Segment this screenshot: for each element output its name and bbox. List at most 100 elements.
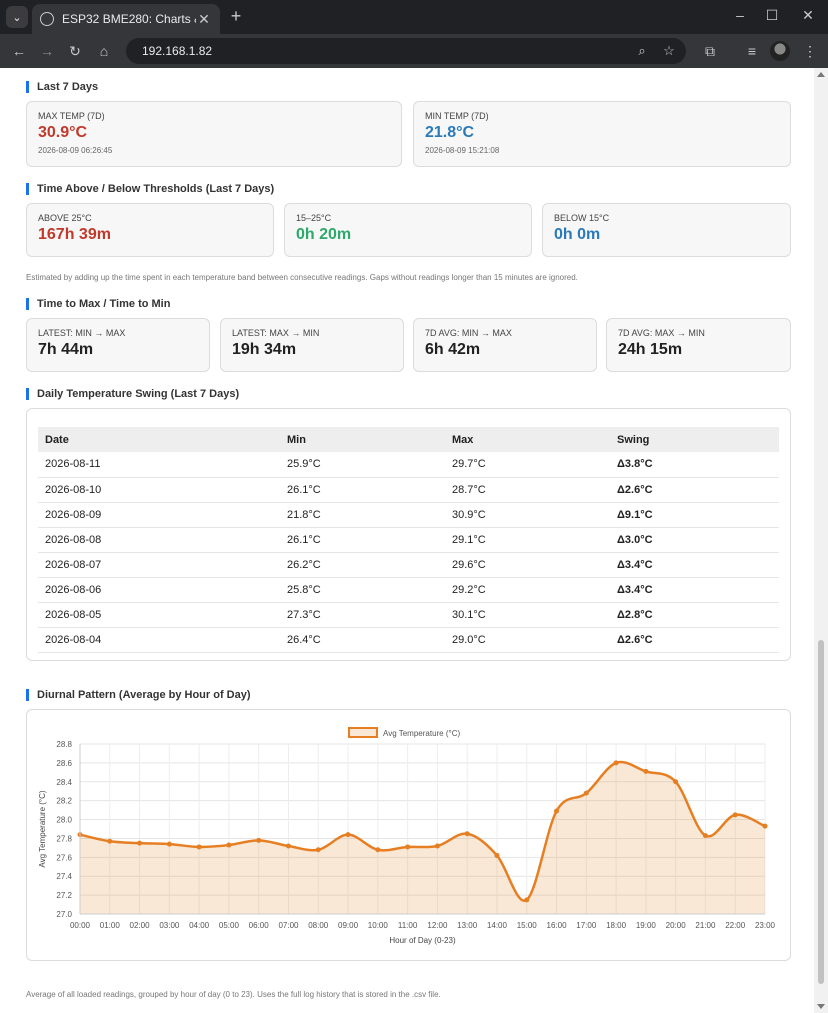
- last7-title: Last 7 Days: [26, 81, 98, 93]
- x-tick-label: 18:00: [606, 921, 627, 930]
- date-cell: 2026-08-07: [38, 552, 280, 578]
- browser-tab[interactable]: ESP32 BME280: Charts & Stats ✕: [32, 4, 220, 34]
- x-tick-label: 03:00: [159, 921, 180, 930]
- profile-avatar[interactable]: [770, 41, 790, 61]
- tab-list-icon[interactable]: ⌄: [6, 6, 28, 28]
- reload-icon[interactable]: ↻: [65, 41, 85, 61]
- swing-cell: Δ2.8°C: [610, 602, 779, 628]
- diurnal-note: Average of all loaded readings, grouped …: [26, 990, 441, 999]
- menu-icon[interactable]: ⋮: [800, 41, 820, 61]
- x-tick-label: 22:00: [725, 921, 746, 930]
- data-point: [196, 844, 202, 850]
- y-axis-label: Avg Temperature (°C): [38, 790, 47, 867]
- zoom-icon[interactable]: ⌕: [634, 43, 650, 59]
- forward-icon[interactable]: →: [37, 41, 57, 61]
- table-row: 2026-08-07 26.2°C 29.6°C Δ3.4°C: [38, 552, 779, 578]
- table-row: 2026-08-09 21.8°C 30.9°C Δ9.1°C: [38, 502, 779, 528]
- min-cell: 26.1°C: [280, 477, 445, 503]
- min-cell: 25.8°C: [280, 577, 445, 603]
- date-cell: 2026-08-06: [38, 577, 280, 603]
- data-point: [673, 779, 679, 785]
- extensions-icon[interactable]: ⧉: [700, 41, 720, 61]
- close-window-icon[interactable]: ✕: [798, 7, 818, 24]
- max-cell: 29.6°C: [445, 552, 610, 578]
- timing-label: LATEST: MIN → MAX: [38, 328, 126, 338]
- data-point: [434, 843, 440, 849]
- data-point: [494, 852, 500, 858]
- data-point: [554, 808, 560, 814]
- timing-card: LATEST: MAX → MIN 19h 34m: [220, 318, 404, 372]
- table-row: 2026-08-04 26.4°C 29.0°C Δ2.6°C: [38, 627, 779, 653]
- reading-list-icon[interactable]: ≡: [742, 41, 762, 61]
- max-cell: 28.7°C: [445, 477, 610, 503]
- mid-label: 15–25°C: [296, 213, 332, 223]
- below-label: BELOW 15°C: [554, 213, 610, 223]
- below-threshold-card: BELOW 15°C 0h 0m: [542, 203, 791, 257]
- table-row: 2026-08-05 27.3°C 30.1°C Δ2.8°C: [38, 602, 779, 628]
- scroll-down-icon[interactable]: [817, 1004, 825, 1009]
- data-point: [226, 842, 232, 848]
- x-tick-label: 23:00: [755, 921, 776, 930]
- min-cell: 27.3°C: [280, 602, 445, 628]
- x-tick-label: 09:00: [338, 921, 359, 930]
- date-cell: 2026-08-05: [38, 602, 280, 628]
- min-temp-time: 2026-08-09 15:21:08: [425, 146, 500, 155]
- min-cell: 25.9°C: [280, 452, 445, 478]
- data-point: [464, 831, 470, 837]
- address-bar[interactable]: 192.168.1.82 ⌕ ☆: [126, 38, 686, 64]
- swing-cell: Δ3.0°C: [610, 527, 779, 553]
- min-temp-value: 21.8°C: [425, 124, 475, 141]
- scrollbar-thumb[interactable]: [818, 640, 824, 984]
- swing-panel: Date Min Max Swing 2026-08-11 25.9°C 29.7°…: [26, 408, 791, 661]
- data-point: [107, 838, 113, 844]
- table-row: 2026-08-08 26.1°C 29.1°C Δ3.0°C: [38, 527, 779, 553]
- table-row: 2026-08-06 25.8°C 29.2°C Δ3.4°C: [38, 577, 779, 603]
- x-tick-label: 06:00: [249, 921, 270, 930]
- min-cell: 26.4°C: [280, 627, 445, 653]
- data-point: [405, 844, 411, 850]
- close-tab-icon[interactable]: ✕: [196, 11, 212, 28]
- y-tick-label: 27.6: [56, 853, 72, 862]
- data-point: [524, 897, 530, 903]
- data-point: [732, 812, 738, 818]
- data-point: [345, 832, 351, 838]
- timing-value: 24h 15m: [618, 341, 683, 358]
- x-tick-label: 17:00: [576, 921, 597, 930]
- scrollbar[interactable]: [814, 68, 828, 1013]
- max-temp-value: 30.9°C: [38, 124, 88, 141]
- column-header: Min: [280, 427, 445, 452]
- min-temp-label: MIN TEMP (7D): [425, 111, 489, 121]
- swing-cell: Δ3.4°C: [610, 552, 779, 578]
- x-axis-label: Hour of Day (0-23): [389, 936, 456, 945]
- x-tick-label: 14:00: [487, 921, 508, 930]
- above-threshold-card: ABOVE 25°C 167h 39m: [26, 203, 274, 257]
- globe-icon: [40, 12, 54, 26]
- home-icon[interactable]: ⌂: [94, 41, 114, 61]
- timing-card: LATEST: MIN → MAX 7h 44m: [26, 318, 210, 372]
- mid-value: 0h 20m: [296, 226, 352, 243]
- y-tick-label: 28.8: [56, 740, 72, 749]
- x-tick-label: 20:00: [666, 921, 687, 930]
- data-point: [762, 823, 768, 829]
- date-cell: 2026-08-09: [38, 502, 280, 528]
- legend-swatch: [348, 727, 378, 738]
- x-tick-label: 12:00: [427, 921, 448, 930]
- new-tab-icon[interactable]: +: [226, 6, 246, 27]
- y-tick-label: 27.2: [56, 891, 72, 900]
- swing-title: Daily Temperature Swing (Last 7 Days): [26, 388, 239, 400]
- x-tick-label: 11:00: [398, 921, 418, 930]
- back-icon[interactable]: ←: [9, 41, 29, 61]
- maximize-icon[interactable]: ☐: [762, 7, 782, 24]
- bookmark-star-icon[interactable]: ☆: [661, 43, 677, 59]
- timing-card: 7D AVG: MIN → MAX 6h 42m: [413, 318, 597, 372]
- minimize-icon[interactable]: –: [730, 7, 750, 23]
- max-cell: 29.0°C: [445, 627, 610, 653]
- data-point: [137, 840, 143, 846]
- data-point: [613, 760, 619, 766]
- timing-value: 7h 44m: [38, 341, 94, 358]
- min-cell: 26.1°C: [280, 527, 445, 553]
- diurnal-chart: 27.0 27.2 27.4 27.6 27.8 28.0 28.2 28.4 28.6 28.8…: [38, 727, 776, 945]
- swing-cell: Δ3.4°C: [610, 577, 779, 603]
- scroll-up-icon[interactable]: [817, 72, 825, 77]
- y-tick-label: 27.8: [56, 834, 72, 843]
